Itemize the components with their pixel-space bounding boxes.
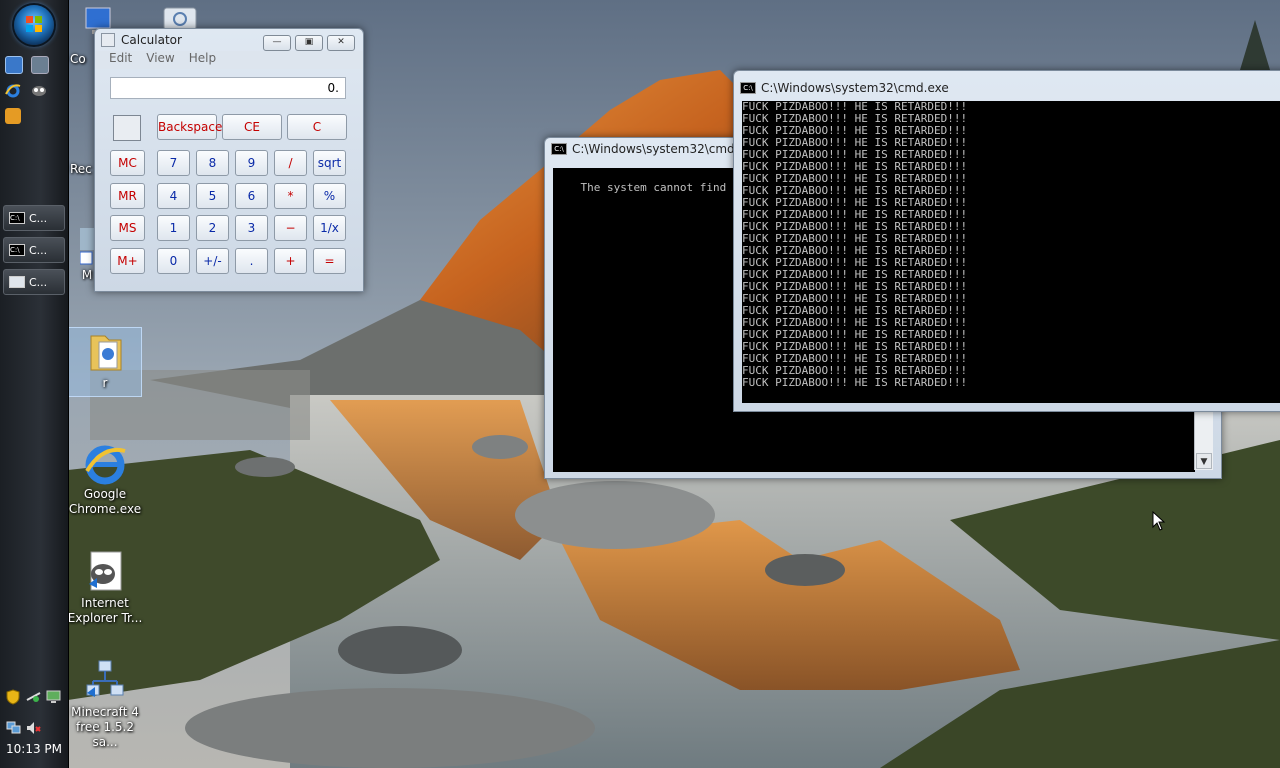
windows-flag-icon xyxy=(26,16,42,32)
internet-explorer-icon xyxy=(83,441,127,485)
cmd-window-front[interactable]: C:\ C:\Windows\system32\cmd.exe FUCK PIZ… xyxy=(733,70,1280,412)
calculator-window[interactable]: Calculator — ▣ ✕ Edit View Help 0. Backs… xyxy=(94,28,364,292)
cmd-icon: C:\ xyxy=(9,244,25,256)
monitor-icon[interactable] xyxy=(46,690,61,704)
scroll-down-arrow-icon[interactable]: ▼ xyxy=(1196,453,1212,469)
window-controls: — ▣ ✕ xyxy=(263,35,355,51)
desktop-icon-shortcut[interactable]: M xyxy=(79,226,94,283)
subtract-button[interactable]: − xyxy=(274,215,307,241)
desktop-icon-label: M xyxy=(81,268,93,282)
volume-muted-icon[interactable] xyxy=(26,721,41,735)
connection-icon[interactable] xyxy=(26,690,41,704)
shortcut-icon xyxy=(79,226,94,266)
desktop-icon-label: Minecraft 4 free 1.5.2 sa... xyxy=(71,705,139,749)
desktop-icon-label: Co xyxy=(70,52,86,66)
settings-icon xyxy=(158,6,202,31)
taskbar-button-cmd-1[interactable]: C:\ C... xyxy=(3,205,65,231)
desktop-icon-label: Google Chrome.exe xyxy=(68,487,142,516)
key-5[interactable]: 5 xyxy=(196,183,229,209)
multiply-button[interactable]: * xyxy=(274,183,307,209)
window-title: C:\Windows\system32\cmd.exe xyxy=(572,142,760,156)
window-title: C:\Windows\system32\cmd.exe xyxy=(761,81,949,95)
equals-button[interactable]: = xyxy=(313,248,346,274)
memory-add-button[interactable]: M+ xyxy=(110,248,145,274)
menu-help[interactable]: Help xyxy=(189,51,216,69)
console-text: The system cannot find xyxy=(580,181,727,194)
taskbar-button-label: C... xyxy=(29,243,48,257)
desktop-icon-label: Internet Explorer Tr... xyxy=(67,596,143,625)
calculator-icon xyxy=(9,276,25,288)
network-icon xyxy=(83,659,127,703)
sign-toggle-button[interactable]: +/- xyxy=(196,248,229,274)
media-quicklaunch-icon[interactable] xyxy=(5,108,21,124)
reciprocal-button[interactable]: 1/x xyxy=(313,215,346,241)
switch-windows-icon[interactable] xyxy=(31,56,49,74)
sqrt-button[interactable]: sqrt xyxy=(313,150,346,176)
decimal-button[interactable]: . xyxy=(235,248,268,274)
internet-explorer-quicklaunch-icon[interactable] xyxy=(5,82,21,98)
calculator-display: 0. xyxy=(110,77,346,99)
key-4[interactable]: 4 xyxy=(157,183,190,209)
key-6[interactable]: 6 xyxy=(235,183,268,209)
key-0[interactable]: 0 xyxy=(157,248,190,274)
menu-edit[interactable]: Edit xyxy=(109,51,132,69)
memory-indicator xyxy=(113,115,141,141)
shield-icon[interactable] xyxy=(6,689,20,705)
cmd-titlebar[interactable]: C:\ C:\Windows\system32\cmd.exe xyxy=(734,71,1280,101)
key-7[interactable]: 7 xyxy=(157,150,190,176)
calculator-menubar: Edit View Help xyxy=(95,51,363,69)
desktop-icon-google-chrome[interactable]: Google Chrome.exe xyxy=(67,441,143,517)
close-button[interactable]: ✕ xyxy=(327,35,355,51)
desktop-icon-minecraft[interactable]: Minecraft 4 free 1.5.2 sa... xyxy=(67,659,143,750)
desktop-icon-label: Rec xyxy=(70,162,92,176)
memory-recall-button[interactable]: MR xyxy=(110,183,145,209)
desktop-icon-internet-explorer[interactable]: Internet Explorer Tr... xyxy=(67,550,143,626)
taskbar-button-cmd-2[interactable]: C:\ C... xyxy=(3,237,65,263)
console-line: FUCK PIZDABOO!!! HE IS RETARDED!!! xyxy=(742,376,968,389)
taskbar-button-label: C... xyxy=(29,211,48,225)
key-8[interactable]: 8 xyxy=(196,150,229,176)
maximize-button[interactable]: ▣ xyxy=(295,35,323,51)
folder-icon xyxy=(83,330,127,374)
raccoon-icon xyxy=(83,550,127,594)
memory-store-button[interactable]: MS xyxy=(110,215,145,241)
key-9[interactable]: 9 xyxy=(235,150,268,176)
memory-clear-button[interactable]: MC xyxy=(110,150,145,176)
network-tray-icon[interactable] xyxy=(6,721,21,735)
taskbar-button-label: C... xyxy=(29,275,48,289)
clear-entry-button[interactable]: CE xyxy=(222,114,282,140)
cmd-icon: C:\ xyxy=(740,82,756,94)
clear-button[interactable]: C xyxy=(287,114,347,140)
raccoon-quicklaunch-icon[interactable] xyxy=(31,82,47,98)
desktop-icon-label: r xyxy=(102,376,108,390)
percent-button[interactable]: % xyxy=(313,183,346,209)
backspace-button[interactable]: Backspace xyxy=(157,114,222,140)
show-desktop-icon[interactable] xyxy=(5,56,23,74)
divide-button[interactable]: / xyxy=(274,150,307,176)
calculator-app-icon xyxy=(101,33,115,47)
key-2[interactable]: 2 xyxy=(196,215,229,241)
desktop-icon-folder-r[interactable]: r xyxy=(68,327,142,397)
key-3[interactable]: 3 xyxy=(235,215,268,241)
taskbar-button-calculator[interactable]: C... xyxy=(3,269,65,295)
start-button[interactable] xyxy=(14,5,54,45)
window-title: Calculator xyxy=(121,33,182,47)
minimize-button[interactable]: — xyxy=(263,35,291,51)
add-button[interactable]: + xyxy=(274,248,307,274)
cmd-icon: C:\ xyxy=(9,212,25,224)
menu-view[interactable]: View xyxy=(146,51,174,69)
cmd-icon: C:\ xyxy=(551,143,567,155)
taskbar-clock[interactable]: 10:13 PM xyxy=(0,742,68,756)
console-output[interactable]: FUCK PIZDABOO!!! HE IS RETARDED!!! FUCK P… xyxy=(742,101,1280,403)
key-1[interactable]: 1 xyxy=(157,215,190,241)
taskbar: C:\ C... C:\ C... C... 10:13 PM xyxy=(0,0,69,768)
